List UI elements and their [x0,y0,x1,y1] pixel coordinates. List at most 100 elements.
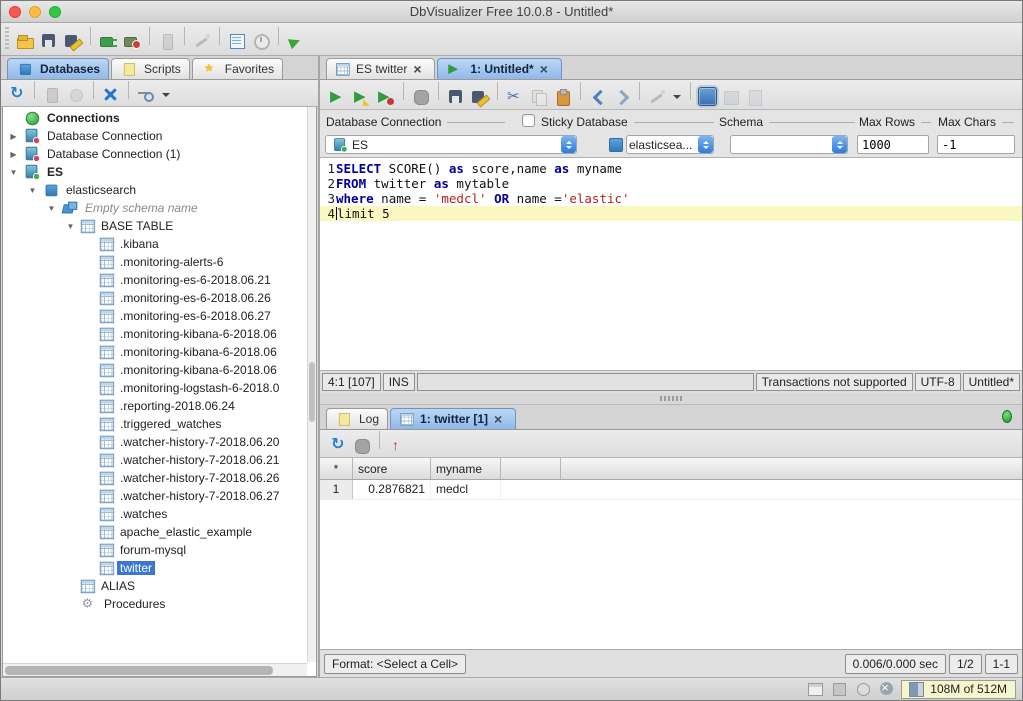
tree-item-alias[interactable]: ALIAS [3,577,308,595]
expand-icon[interactable]: ▶ [7,132,20,141]
tree-item-es[interactable]: ▼ES [3,163,308,181]
database-connection-select[interactable]: ES [325,135,577,154]
tree-horizontal-scrollbar[interactable] [3,663,307,676]
grid-corner-header[interactable]: * [320,458,353,479]
max-chars-input[interactable] [937,135,1015,154]
card-icon[interactable] [42,85,62,105]
max-rows-input[interactable] [857,135,929,154]
sphere-icon[interactable] [66,85,86,105]
window-icon[interactable] [805,679,825,699]
code-line[interactable]: 2FROM twitter as mytable [320,176,1022,191]
square-icon[interactable] [829,679,849,699]
forward-icon[interactable] [612,87,632,107]
collapse-icon[interactable]: ▼ [7,168,20,177]
stop-icon[interactable] [411,87,431,107]
wand-icon[interactable] [192,31,212,51]
tree-item-connections[interactable]: Connections [3,109,308,127]
tree-vertical-scrollbar[interactable] [307,107,316,662]
row-number[interactable]: 1 [320,480,353,499]
tree-item-watcher-history-7-2018-06-27[interactable]: .watcher-history-7-2018.06.27 [3,487,308,505]
tree-item-monitoring-logstash-6-2018-0[interactable]: .monitoring-logstash-6-2018.0 [3,379,308,397]
close-window-icon[interactable] [9,6,21,18]
collapse-icon[interactable]: ▼ [64,222,77,231]
paste-icon[interactable] [553,87,573,107]
tree-item-database-connection[interactable]: ▶Database Connection [3,127,308,145]
column-header-myname[interactable]: myname [431,458,501,479]
table-row[interactable]: 10.2876821medcl [320,480,1022,500]
splitter-grip-icon[interactable] [660,396,682,401]
back-icon[interactable] [588,87,608,107]
tree-item-monitoring-es-6-2018-06-26[interactable]: .monitoring-es-6-2018.06.26 [3,289,308,307]
export-icon[interactable] [745,87,765,107]
close-tab-icon[interactable] [493,412,505,426]
cut-icon[interactable] [505,87,525,107]
code-line[interactable]: 3where name = 'medcl' OR name ='elastic' [320,191,1022,206]
tree-item-procedures[interactable]: Procedures [3,595,308,613]
cell-myname[interactable]: medcl [431,480,501,499]
horizontal-splitter[interactable] [320,393,1022,405]
save-as-icon[interactable] [470,87,490,107]
tree-item-database-connection-1[interactable]: ▶Database Connection (1) [3,145,308,163]
tree-item-monitoring-es-6-2018-06-27[interactable]: .monitoring-es-6-2018.06.27 [3,307,308,325]
editor-grid-icon[interactable] [698,87,717,106]
code-line[interactable]: 4limit 5 [320,206,1022,221]
sticky-database-checkbox[interactable] [522,114,535,127]
caret-down-icon[interactable] [160,85,172,105]
close-circle-icon[interactable] [877,679,897,699]
phone-icon[interactable] [157,31,177,51]
tree-item-watcher-history-7-2018-06-20[interactable]: .watcher-history-7-2018.06.20 [3,433,308,451]
results-tab-log[interactable]: Log [326,408,388,429]
commander-tab-es-twitter[interactable]: ES twitter [326,58,435,79]
copy-icon[interactable] [529,87,549,107]
tree-item-twitter[interactable]: twitter [3,559,308,577]
tree-item-elasticsearch[interactable]: ▼elasticsearch [3,181,308,199]
sidebar-tab-favorites[interactable]: Favorites [192,58,283,79]
sql-editor[interactable]: 1SELECT SCORE() as score,name as myname2… [320,158,1022,371]
results-tab-1-twitter-1[interactable]: 1: twitter [1] [390,408,516,429]
save-as-icon[interactable] [63,31,83,51]
toolbar-grip[interactable] [5,27,9,51]
run-flag-icon[interactable] [286,31,306,51]
tree-item-monitoring-es-6-2018-06-21[interactable]: .monitoring-es-6-2018.06.21 [3,271,308,289]
tree-item-watches[interactable]: .watches [3,505,308,523]
commander-tab-1-untitled[interactable]: 1: Untitled* [437,58,561,79]
collapse-icon[interactable]: ▼ [45,204,58,213]
column-header-score[interactable]: score [353,458,431,479]
filter-icon[interactable] [136,85,156,105]
save-icon[interactable] [39,31,59,51]
connect-icon[interactable] [98,31,118,51]
format-selector[interactable]: Format: <Select a Cell> [324,654,466,674]
memory-indicator[interactable]: 108M of 512M [901,680,1016,699]
tree-item-reporting-2018-06-24[interactable]: .reporting-2018.06.24 [3,397,308,415]
refresh-icon[interactable] [7,85,27,105]
sidebar-tab-databases[interactable]: Databases [7,58,109,79]
stop-icon[interactable] [352,436,372,456]
close-tab-icon[interactable] [539,62,551,76]
execute-icon[interactable] [328,87,348,107]
tree-item-monitoring-alerts-6[interactable]: .monitoring-alerts-6 [3,253,308,271]
cell-score[interactable]: 0.2876821 [353,480,431,499]
pin-icon[interactable] [387,436,407,456]
zoom-window-icon[interactable] [49,6,61,18]
expand-icon[interactable]: ▶ [7,150,20,159]
database-select[interactable]: elasticsea... [626,135,714,154]
tree-item-apache-elastic-example[interactable]: apache_elastic_example [3,523,308,541]
tree-item-watcher-history-7-2018-06-26[interactable]: .watcher-history-7-2018.06.26 [3,469,308,487]
tree-item-forum-mysql[interactable]: forum-mysql [3,541,308,559]
circle-icon[interactable] [853,679,873,699]
chart-icon[interactable] [721,87,741,107]
caret-down-icon[interactable] [671,87,683,107]
tree-item-monitoring-kibana-6-2018-06[interactable]: .monitoring-kibana-6-2018.06 [3,361,308,379]
refresh-icon[interactable] [328,436,348,456]
tree-item-monitoring-kibana-6-2018-06[interactable]: .monitoring-kibana-6-2018.06 [3,325,308,343]
tree-item-triggered-watches[interactable]: .triggered_watches [3,415,308,433]
open-folder-icon[interactable] [15,31,35,51]
clock-icon[interactable] [251,31,271,51]
collapse-all-icon[interactable] [101,85,121,105]
save-icon[interactable] [446,87,466,107]
schema-select[interactable] [730,135,848,154]
collapse-icon[interactable]: ▼ [26,186,39,195]
disconnect-icon[interactable] [122,31,142,51]
tree-item-monitoring-kibana-6-2018-06[interactable]: .monitoring-kibana-6-2018.06 [3,343,308,361]
code-line[interactable]: 1SELECT SCORE() as score,name as myname [320,161,1022,176]
